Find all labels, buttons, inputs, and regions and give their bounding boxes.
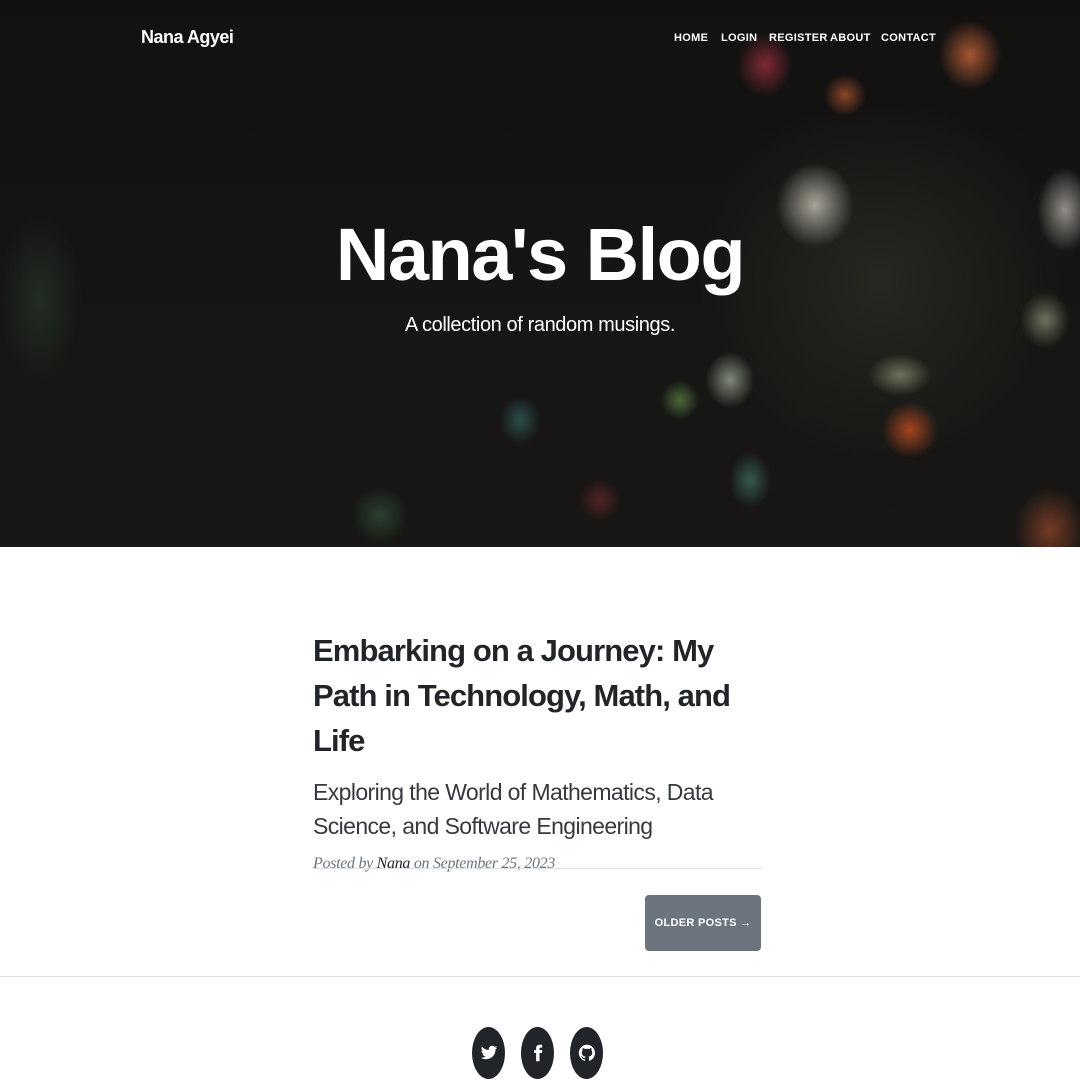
post-meta-date: on September 25, 2023 [413, 855, 556, 872]
nav-link-contact[interactable]: CONTACT [881, 32, 936, 44]
nav-link-login[interactable]: LOGIN [721, 32, 757, 44]
github-link[interactable] [570, 1027, 603, 1079]
post-title[interactable]: Embarking on a Journey: My Path in Techn… [313, 628, 763, 763]
site-title: Nana's Blog [335, 213, 746, 296]
post-meta: Posted by Nana on September 25, 2023 [313, 855, 763, 873]
twitter-icon [480, 1045, 497, 1060]
older-posts-button[interactable]: OLDER POSTS → [645, 895, 761, 951]
nav-link-register[interactable]: REGISTER [769, 32, 828, 44]
nav-link-home[interactable]: HOME [674, 32, 708, 44]
github-icon [578, 1044, 595, 1061]
post-meta-prefix: Posted by [313, 855, 373, 872]
nav-links: HOME LOGIN REGISTER ABOUT CONTACT [0, 32, 1080, 48]
nav-link-about[interactable]: ABOUT [830, 32, 871, 44]
facebook-icon [533, 1044, 542, 1062]
main-nav: Nana Agyei HOME LOGIN REGISTER ABOUT CON… [0, 0, 1080, 80]
facebook-link[interactable] [521, 1027, 554, 1079]
hero-header: Nana Agyei HOME LOGIN REGISTER ABOUT CON… [0, 0, 1080, 547]
site-subtitle: A collection of random musings. [405, 314, 675, 336]
twitter-link[interactable] [472, 1027, 505, 1079]
post-subtitle[interactable]: Exploring the World of Mathematics, Data… [313, 775, 763, 843]
post-divider [313, 868, 762, 869]
hero-heading: Nana's Blog A collection of random musin… [0, 210, 1080, 337]
post-preview: Embarking on a Journey: My Path in Techn… [313, 628, 763, 873]
footer-divider [0, 976, 1080, 977]
post-author-link[interactable]: Nana [377, 855, 411, 872]
